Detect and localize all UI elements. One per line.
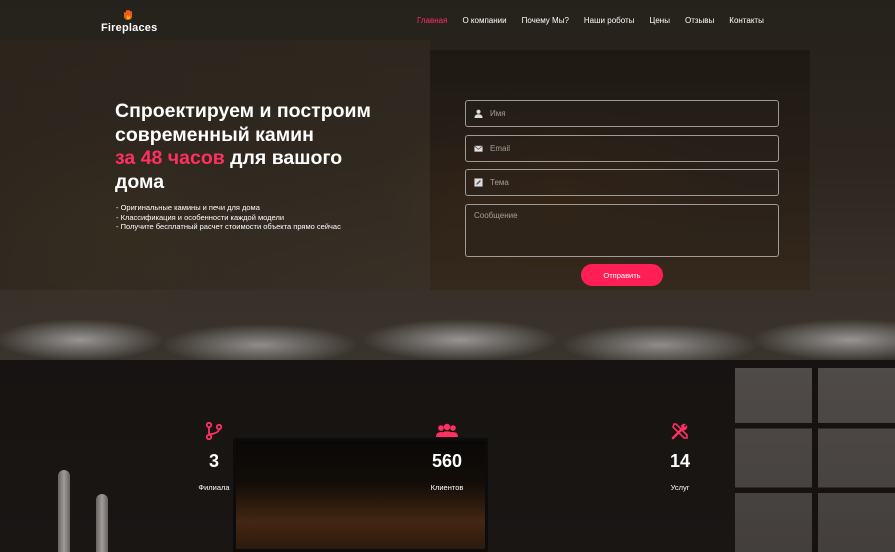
subject-input[interactable] [490,178,760,187]
stat-label: Клиентов [430,483,464,492]
nav-item-works[interactable]: Наши роботы [584,16,635,25]
stat-services: 14 Услуг [640,422,720,492]
email-field[interactable] [465,135,779,162]
hero-bullet: - Получите бесплатный расчет стоимости о… [116,222,341,231]
hero-bullet: - Оригинальные камины и печи для дома [116,203,260,212]
stat-value: 14 [669,451,691,471]
hero-bullet-list: - Оригинальные камины и печи для дома - … [116,203,341,232]
nav-item-why-us[interactable]: Почему Мы? [522,16,569,25]
nav-item-prices[interactable]: Цены [649,16,670,25]
flame-hand-icon [124,10,132,20]
user-icon [474,109,483,118]
stat-value: 3 [208,451,219,471]
stat-value: 560 [431,451,463,471]
message-textarea[interactable] [474,211,744,251]
stat-label: Услуг [670,483,690,492]
nav-item-contacts[interactable]: Контакты [729,16,764,25]
hero-title-line3-rest: для вашого [224,147,343,169]
subject-field[interactable] [465,169,779,196]
hero-title-line2: современный камин [115,123,314,146]
hero-bullet: - Классификация и особенности каждой мод… [116,212,285,222]
nav-item-reviews[interactable]: Отзывы [685,16,714,25]
hero-title-line1: Спроектируем и построим [115,100,371,122]
send-button[interactable]: Отправить [581,264,663,286]
main-nav: Главная О компании Почему Мы? Наши робот… [417,16,764,25]
stat-branches: 3 Филиала [174,422,254,492]
hero-title-accent: за 48 часов [115,147,225,169]
stats-section: 3 Филиала 560 Клиентов 14 Услуг [0,360,895,552]
envelope-icon [474,145,483,152]
brand-name: Fireplaces [101,22,158,34]
hero-title: Спроектируем и построим современный ками… [115,100,445,194]
branch-icon [205,422,223,440]
clients-icon [436,423,458,437]
name-input[interactable] [490,109,760,118]
hero-title-line4: дома [115,170,165,193]
nav-item-home[interactable]: Главная [417,16,447,25]
brand-logo[interactable]: Fireplaces [101,10,161,34]
stat-label: Филиала [198,483,230,492]
name-field[interactable] [465,100,779,127]
stat-clients: 560 Клиентов [407,422,487,492]
message-field[interactable] [465,204,779,257]
hero-smoke-decoration [0,300,895,360]
edit-icon [474,178,483,187]
email-input[interactable] [490,144,760,153]
tools-icon [671,423,688,440]
nav-item-about[interactable]: О компании [462,16,506,25]
